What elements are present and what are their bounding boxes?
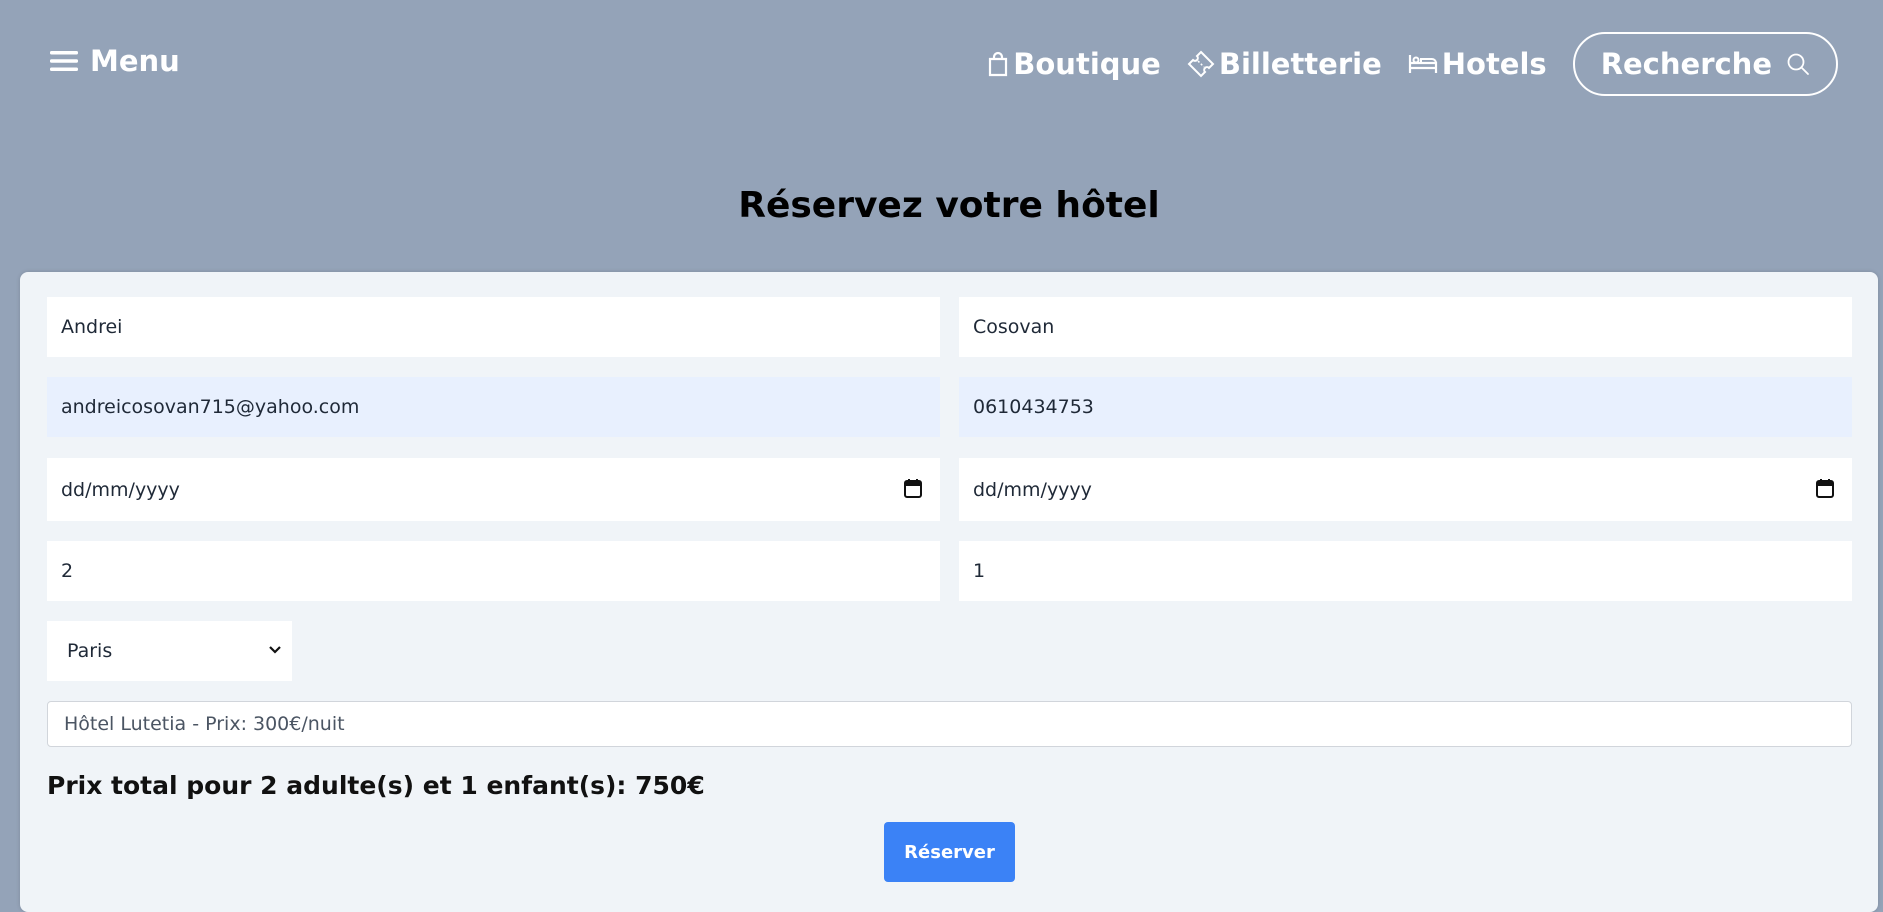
nav-billetterie-label: Billetterie [1218, 47, 1382, 81]
reserve-button[interactable]: Réserver [884, 822, 1015, 882]
adults-input[interactable]: 2 [47, 541, 940, 601]
email-input[interactable]: andreicosovan715@yahoo.com [47, 377, 940, 437]
children-input[interactable]: 1 [959, 541, 1852, 601]
page-title: Réservez votre hôtel [738, 185, 1160, 226]
booking-form: Andrei Cosovan andreicosovan715@yahoo.co… [20, 272, 1878, 912]
hotel-select[interactable]: Hôtel Lutetia - Prix: 300€/nuit [47, 701, 1852, 747]
search-label: Recherche [1600, 47, 1772, 81]
check-in-date-input[interactable]: dd/mm/yyyy [47, 458, 940, 521]
bed-icon [1408, 55, 1437, 73]
site-header: Menu Boutique Billetterie Hotels Recherc… [0, 0, 1883, 130]
nav-billetterie[interactable]: Billetterie [1187, 47, 1382, 81]
first-name-input[interactable]: Andrei [47, 297, 940, 357]
check-out-date-input[interactable]: dd/mm/yyyy [959, 458, 1852, 521]
nav-hotels-label: Hotels [1441, 47, 1547, 81]
nav-boutique-label: Boutique [1013, 47, 1161, 81]
menu-button[interactable]: Menu [50, 44, 180, 78]
last-name-input[interactable]: Cosovan [959, 297, 1852, 357]
total-price: Prix total pour 2 adulte(s) et 1 enfant(… [47, 771, 705, 800]
shopping-bag-icon [989, 51, 1008, 77]
phone-input[interactable]: 0610434753 [959, 377, 1852, 437]
ticket-icon [1187, 50, 1215, 78]
menu-label: Menu [90, 44, 180, 78]
nav-hotels[interactable]: Hotels [1408, 47, 1547, 81]
chevron-down-icon [269, 646, 281, 654]
calendar-icon[interactable] [904, 478, 922, 498]
calendar-icon[interactable] [1816, 478, 1834, 498]
check-out-date-value: dd/mm/yyyy [973, 478, 1092, 501]
nav-boutique[interactable]: Boutique [987, 47, 1161, 81]
main-nav: Boutique Billetterie Hotels Recherche [987, 32, 1838, 96]
hamburger-icon [50, 51, 78, 71]
city-select[interactable]: Paris [47, 621, 292, 681]
city-select-value: Paris [67, 640, 113, 662]
search-icon [1787, 53, 1809, 75]
search-button[interactable]: Recherche [1572, 32, 1838, 96]
check-in-date-value: dd/mm/yyyy [61, 478, 180, 501]
